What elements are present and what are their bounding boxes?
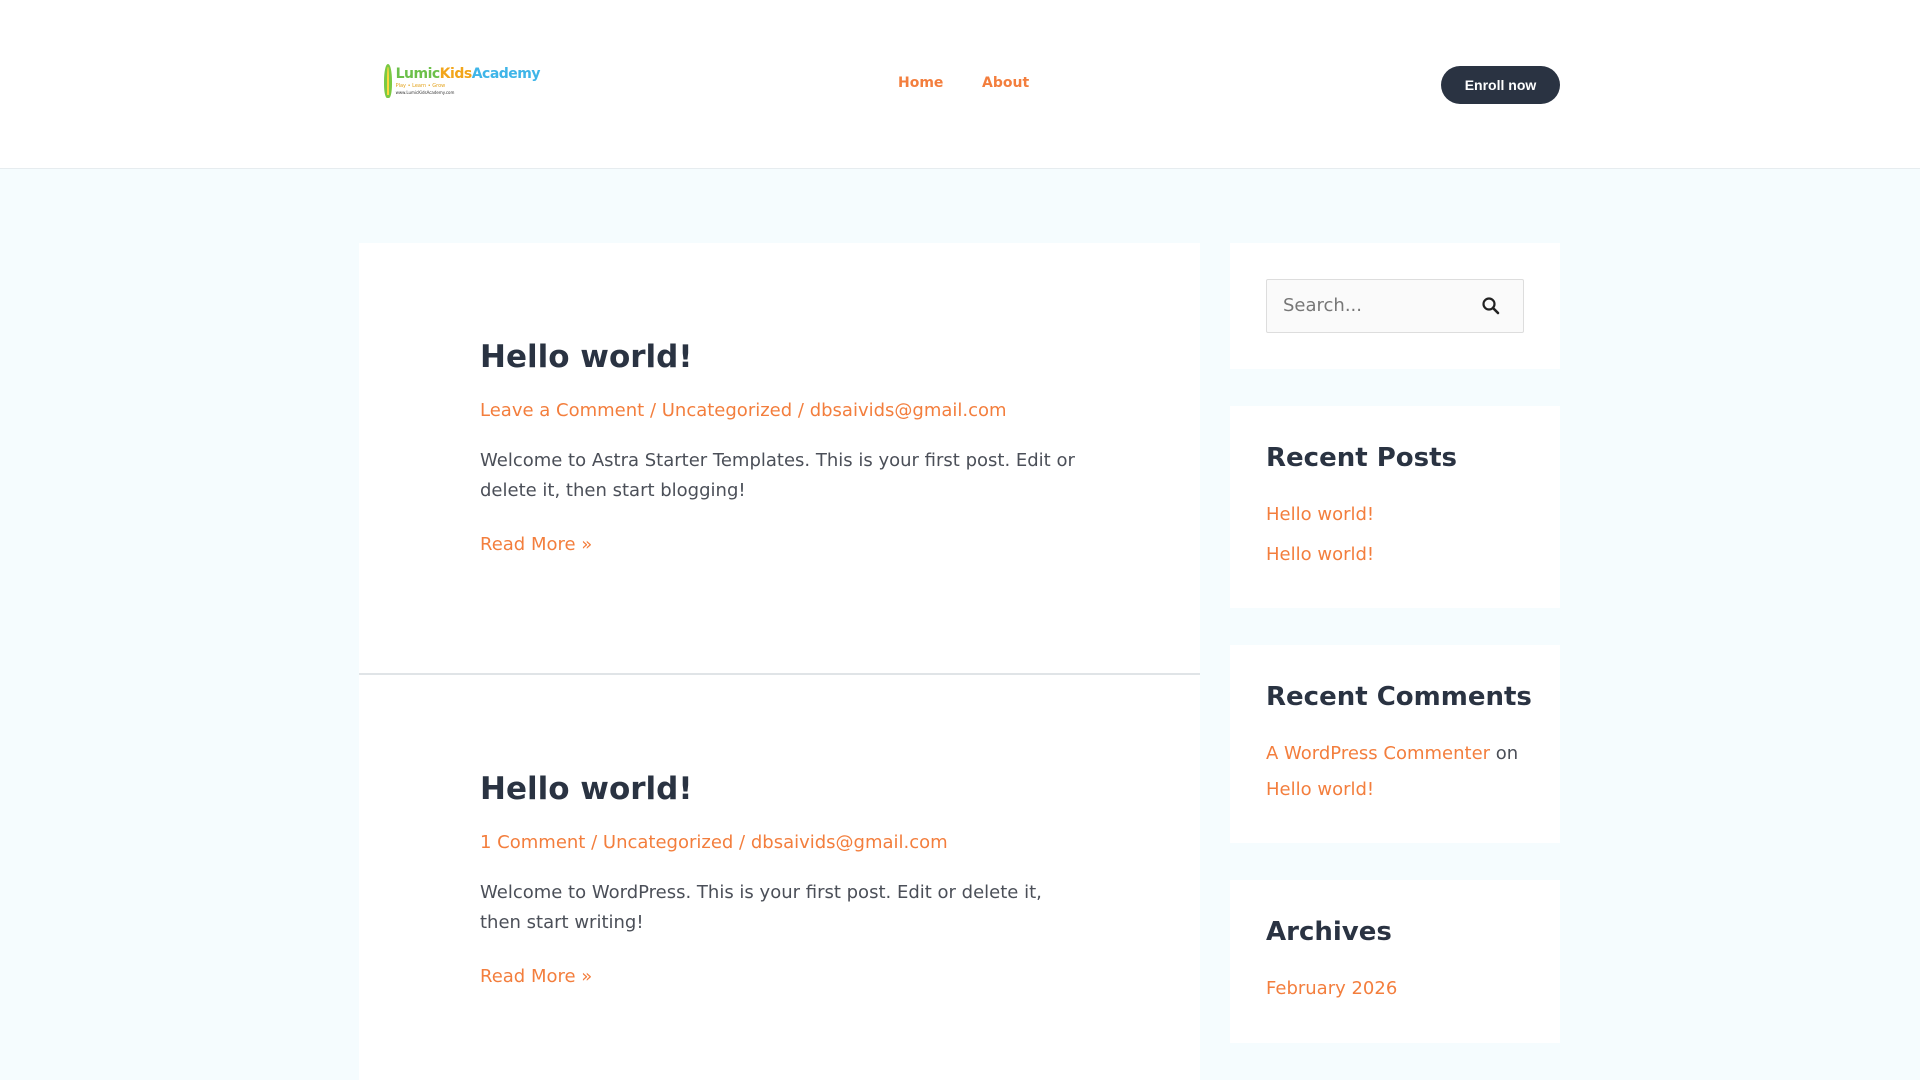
comment-on-text: on [1495,743,1519,764]
separator: / [733,832,751,853]
comments-link[interactable]: 1 Comment [480,832,585,853]
separator: / [644,400,662,421]
archive-link[interactable]: February 2026 [1266,978,1397,999]
nav-home[interactable]: Home [898,75,943,91]
site-header: LumicKidsAcademy Play • Learn • Grow www… [0,0,1920,169]
enroll-now-button[interactable]: Enroll now [1441,66,1560,104]
site-logo[interactable]: LumicKidsAcademy Play • Learn • Grow www… [384,56,541,106]
widget-title: Archives [1266,917,1392,947]
comments-link[interactable]: Leave a Comment [480,400,644,421]
widget-title: Recent Comments [1266,682,1532,712]
post-meta: Leave a Comment / Uncategorized / dbsaiv… [480,400,1007,421]
archives-widget: Archives February 2026 [1230,880,1560,1043]
logo-url: www.LumicKidsAcademy.com [395,90,455,95]
category-link[interactable]: Uncategorized [603,832,733,853]
post-meta: 1 Comment / Uncategorized / dbsaivids@gm… [480,832,948,853]
comment-line: A WordPress Commenter on [1266,743,1518,764]
post-excerpt: Welcome to Astra Starter Templates. This… [480,450,1075,501]
recent-comments-widget: Recent Comments A WordPress Commenter on… [1230,645,1560,843]
search-placeholder: Search... [1283,295,1363,316]
search-widget: Search... [1230,243,1560,369]
logo-tagline: Play • Learn • Grow [395,83,446,89]
post-title[interactable]: Hello world! [480,771,693,807]
separator: / [585,832,603,853]
comment-post-link[interactable]: Hello world! [1266,779,1374,800]
widget-title: Recent Posts [1266,443,1457,473]
category-link[interactable]: Uncategorized [662,400,792,421]
logo-name: LumicKidsAcademy [395,66,541,82]
post-card: Hello world! Leave a Comment / Uncategor… [359,243,1200,673]
search-input[interactable]: Search... [1266,279,1524,333]
read-more-link[interactable]: Read More » [480,966,592,987]
comment-author-link[interactable]: A WordPress Commenter [1266,743,1490,764]
recent-posts-widget: Recent Posts Hello world! Hello world! [1230,406,1560,608]
recent-post-link[interactable]: Hello world! [1266,544,1374,565]
recent-post-link[interactable]: Hello world! [1266,504,1374,525]
post-card: Hello world! 1 Comment / Uncategorized /… [359,675,1200,1080]
read-more-link[interactable]: Read More » [480,534,592,555]
post-title[interactable]: Hello world! [480,339,693,375]
lightbulb-mascot-icon [384,64,392,98]
search-icon[interactable] [1481,296,1501,316]
author-link[interactable]: dbsaivids@gmail.com [751,832,948,853]
author-link[interactable]: dbsaivids@gmail.com [810,400,1007,421]
post-excerpt: Welcome to WordPress. This is your first… [480,882,1042,933]
nav-about[interactable]: About [982,75,1029,91]
separator: / [792,400,810,421]
